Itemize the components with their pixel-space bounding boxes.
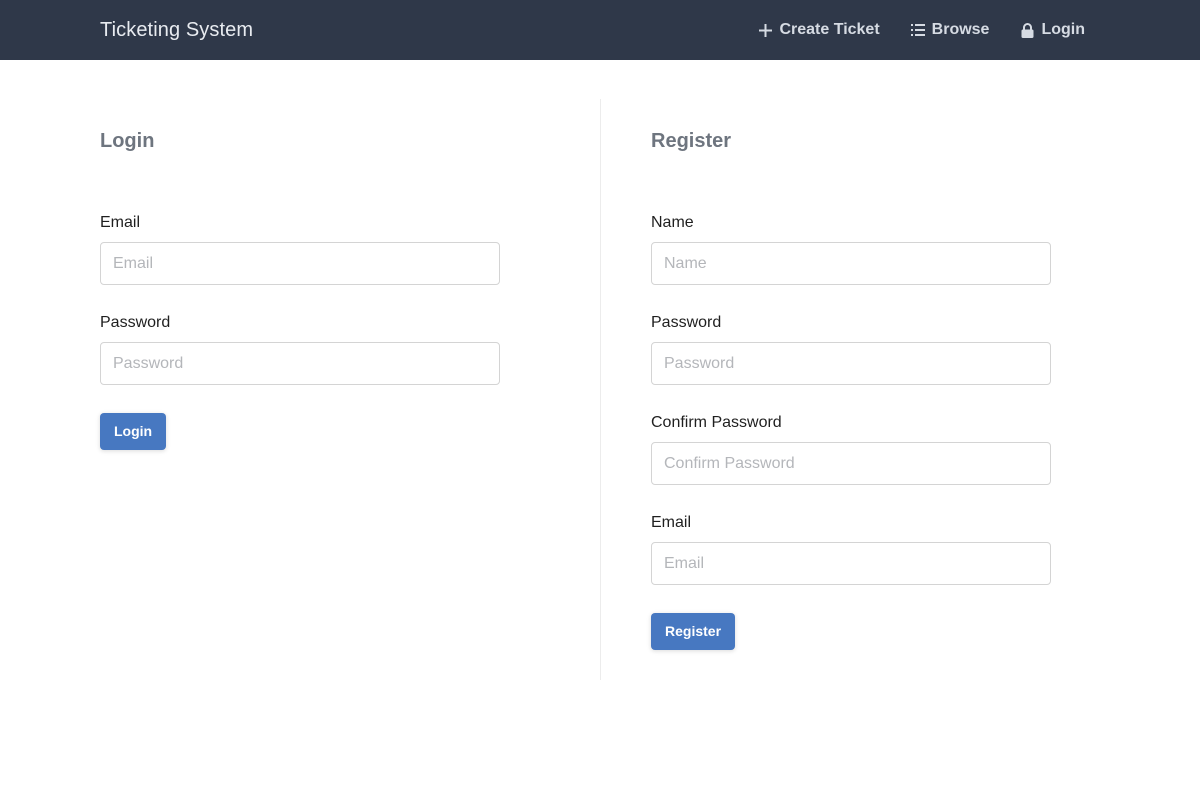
login-password-input[interactable] <box>100 342 500 385</box>
nav-create-ticket[interactable]: Create Ticket <box>757 21 880 39</box>
nav-login-label: Login <box>1041 21 1085 38</box>
nav-browse[interactable]: Browse <box>910 21 990 39</box>
navbar: Ticketing System Create Ticket Browse Lo… <box>0 0 1200 60</box>
login-email-input[interactable] <box>100 242 500 285</box>
login-password-label: Password <box>100 314 171 331</box>
register-button[interactable]: Register <box>651 613 736 650</box>
register-title: Register <box>651 130 732 152</box>
register-confirm-password-label: Confirm Password <box>651 414 782 431</box>
login-email-field: Email <box>100 213 500 285</box>
register-name-label: Name <box>651 214 694 231</box>
nav-create-ticket-label: Create Ticket <box>779 21 880 38</box>
lock-icon <box>1019 22 1035 38</box>
login-section: Login Email Password Login <box>100 100 500 450</box>
register-name-field: Name <box>651 213 1051 285</box>
register-confirm-password-input[interactable] <box>651 442 1051 485</box>
nav-login[interactable]: Login <box>1019 21 1085 39</box>
register-email-label: Email <box>651 514 692 531</box>
register-password-field: Password <box>651 313 1051 385</box>
register-section: Register Name Password Confirm Password … <box>651 100 1051 650</box>
nav-links: Create Ticket Browse Login <box>727 0 1085 60</box>
register-name-input[interactable] <box>651 242 1051 285</box>
register-form: Name Password Confirm Password Email Reg… <box>651 213 1051 650</box>
list-icon <box>910 22 926 38</box>
column-divider <box>600 99 601 680</box>
plus-icon <box>757 22 773 38</box>
register-email-input[interactable] <box>651 542 1051 585</box>
login-title: Login <box>100 130 155 152</box>
register-email-field: Email <box>651 513 1051 585</box>
login-button[interactable]: Login <box>100 413 167 450</box>
login-email-label: Email <box>100 214 141 231</box>
login-password-field: Password <box>100 313 500 385</box>
login-form: Email Password Login <box>100 213 500 450</box>
register-password-input[interactable] <box>651 342 1051 385</box>
register-confirm-password-field: Confirm Password <box>651 413 1051 485</box>
register-password-label: Password <box>651 314 722 331</box>
nav-browse-label: Browse <box>931 21 990 38</box>
app-title[interactable]: Ticketing System <box>100 19 253 42</box>
